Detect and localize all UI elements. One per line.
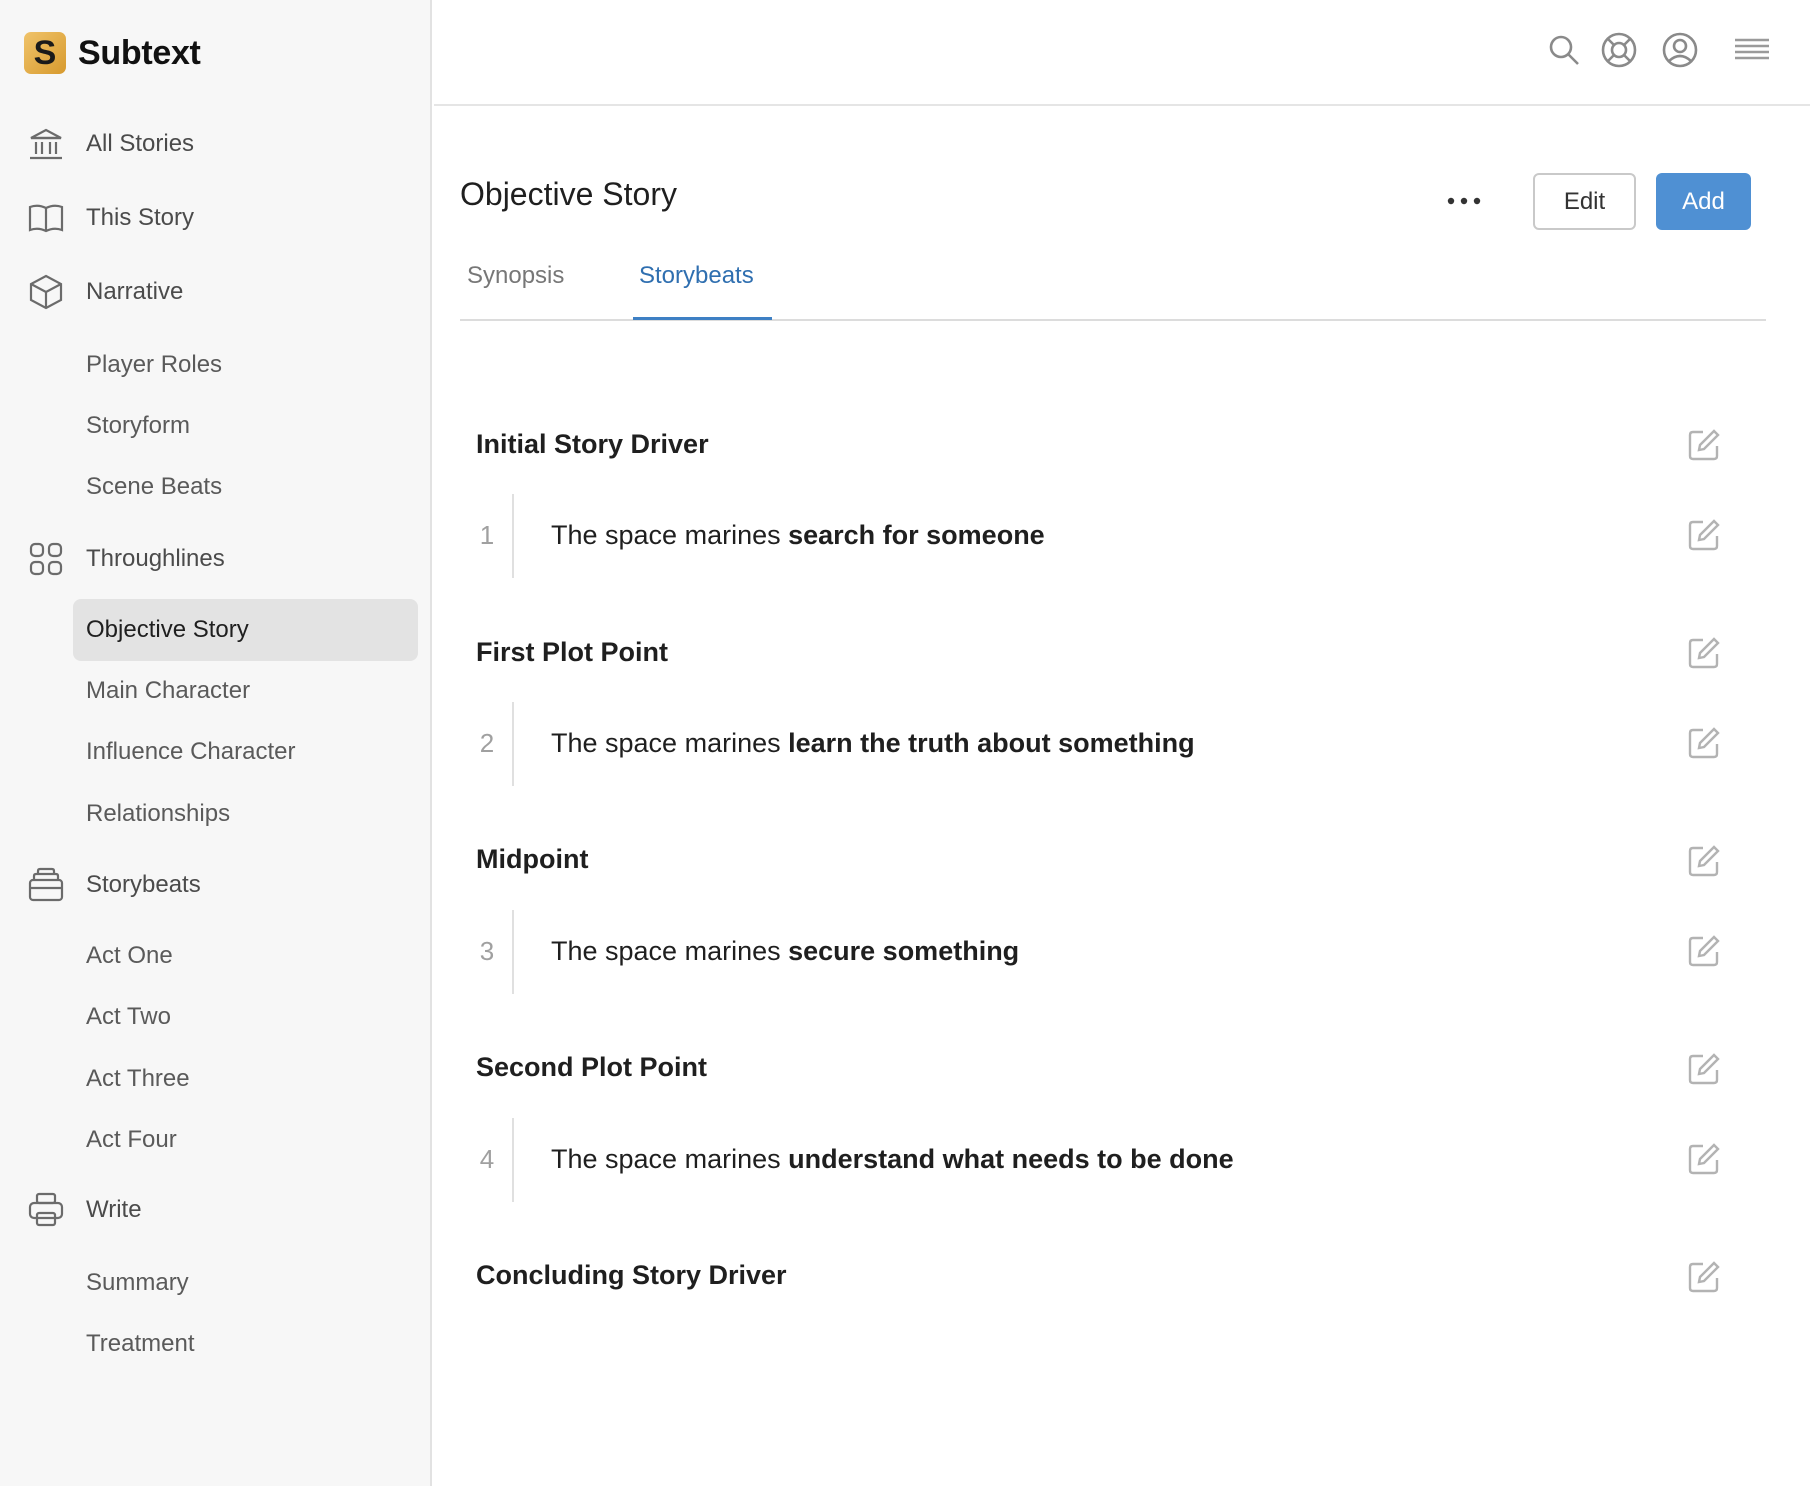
list-item: 2 The space marines learn the truth abou… (476, 702, 1726, 786)
menu-icon[interactable] (1732, 30, 1772, 70)
beat-heading: First Plot Point (476, 637, 668, 667)
beat-divider (512, 494, 514, 578)
sidebar-item-all-stories[interactable]: All Stories (26, 122, 194, 166)
brand[interactable]: S Subtext (24, 32, 201, 74)
more-options-button[interactable] (1440, 182, 1488, 222)
beat-prefix: The space marines (551, 936, 789, 966)
beat-prefix: The space marines (551, 728, 789, 758)
beat-text: The space marines understand what needs … (551, 1144, 1234, 1175)
sidebar-item-label: Write (86, 1196, 142, 1223)
book-icon (26, 198, 66, 238)
help-lifebuoy-icon[interactable] (1599, 30, 1639, 70)
printer-icon (26, 1190, 66, 1230)
beat-heading: Second Plot Point (476, 1052, 708, 1082)
sidebar-item-storybeats[interactable]: Storybeats (26, 863, 201, 907)
beat-divider (512, 1118, 514, 1202)
sidebar-item-player-roles[interactable]: Player Roles (86, 350, 222, 380)
top-bar (434, 0, 1810, 106)
beat-number: 3 (479, 936, 495, 966)
sidebar-item-main-character[interactable]: Main Character (86, 676, 250, 706)
beat-divider (512, 910, 514, 994)
list-item: 3 The space marines secure something (476, 910, 1726, 994)
sidebar-item-this-story[interactable]: This Story (26, 196, 194, 240)
list-item: 1 The space marines search for someone (476, 494, 1726, 578)
sidebar-item-act-three[interactable]: Act Three (86, 1064, 190, 1094)
edit-pencil-icon[interactable] (1686, 933, 1722, 969)
bank-icon (26, 124, 66, 164)
edit-pencil-icon[interactable] (1686, 725, 1722, 761)
beat-action: secure something (788, 936, 1020, 966)
sidebar-item-act-two[interactable]: Act Two (86, 1002, 171, 1032)
sidebar-item-label: This Story (86, 204, 195, 231)
sidebar-item-influence-character[interactable]: Influence Character (86, 737, 295, 767)
sidebar-item-label: Objective Story (86, 616, 249, 643)
edit-pencil-icon[interactable] (1686, 1259, 1722, 1295)
sidebar-item-storyform[interactable]: Storyform (86, 411, 190, 441)
sidebar-item-scene-beats[interactable]: Scene Beats (86, 472, 222, 502)
beat-heading: Midpoint (476, 844, 589, 874)
sidebar-item-summary[interactable]: Summary (86, 1268, 189, 1298)
edit-pencil-icon[interactable] (1686, 517, 1722, 553)
beat-text: The space marines search for someone (551, 520, 1045, 551)
sidebar-item-label: All Stories (86, 130, 195, 157)
beat-action: understand what needs to be done (788, 1144, 1234, 1174)
sidebar-item-treatment[interactable]: Treatment (86, 1329, 194, 1359)
sidebar-item-objective-story[interactable]: Objective Story (73, 599, 418, 661)
sidebar-item-write[interactable]: Write (26, 1188, 142, 1232)
tab-bar: Synopsis Storybeats (460, 256, 1766, 321)
edit-pencil-icon[interactable] (1686, 1051, 1722, 1087)
logo-icon: S (24, 32, 66, 74)
stack-icon (26, 865, 66, 905)
edit-button[interactable]: Edit (1533, 173, 1636, 230)
sidebar: S Subtext All Stories This Story Narrati… (0, 0, 432, 1486)
beat-text: The space marines secure something (551, 936, 1019, 967)
edit-pencil-icon[interactable] (1686, 635, 1722, 671)
beat-heading: Concluding Story Driver (476, 1260, 787, 1290)
sidebar-item-label: Throughlines (86, 545, 225, 572)
beat-prefix: The space marines (551, 520, 789, 550)
edit-pencil-icon[interactable] (1686, 427, 1722, 463)
cube-icon (26, 272, 66, 312)
active-tab-indicator (633, 317, 772, 320)
beat-divider (512, 702, 514, 786)
tab-storybeats[interactable]: Storybeats (639, 262, 754, 320)
grid-icon (26, 539, 66, 579)
beat-action: search for someone (788, 520, 1045, 550)
app-name: Subtext (78, 33, 201, 72)
list-item: 4 The space marines understand what need… (476, 1118, 1726, 1202)
tab-synopsis[interactable]: Synopsis (467, 262, 564, 320)
add-button[interactable]: Add (1656, 173, 1751, 230)
search-icon[interactable] (1544, 30, 1584, 70)
sidebar-item-act-one[interactable]: Act One (86, 941, 173, 971)
beat-action: learn the truth about something (788, 728, 1195, 758)
sidebar-item-act-four[interactable]: Act Four (86, 1125, 177, 1155)
sidebar-item-throughlines[interactable]: Throughlines (26, 537, 225, 581)
page-title: Objective Story (460, 176, 677, 212)
sidebar-item-label: Narrative (86, 278, 184, 305)
account-icon[interactable] (1660, 30, 1700, 70)
beat-number: 4 (479, 1144, 495, 1174)
sidebar-item-label: Storybeats (86, 871, 201, 898)
sidebar-item-relationships[interactable]: Relationships (86, 799, 230, 829)
beat-number: 2 (479, 728, 495, 758)
beat-heading: Initial Story Driver (476, 429, 709, 459)
sidebar-item-narrative[interactable]: Narrative (26, 270, 183, 314)
beat-text: The space marines learn the truth about … (551, 728, 1195, 759)
edit-pencil-icon[interactable] (1686, 1141, 1722, 1177)
beat-number: 1 (479, 520, 495, 550)
edit-pencil-icon[interactable] (1686, 843, 1722, 879)
ellipsis-icon (1446, 193, 1482, 211)
beat-prefix: The space marines (551, 1144, 789, 1174)
